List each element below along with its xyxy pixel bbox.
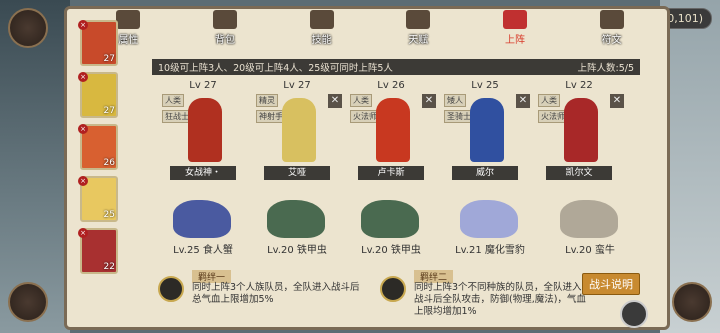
hero-tag: 矮人	[444, 94, 466, 107]
hero-tag: 人类	[350, 94, 372, 107]
pet-slot[interactable]: Lv.25 食人蟹	[153, 190, 253, 256]
sidebar-hero[interactable]: × 27	[78, 72, 118, 118]
tab-4[interactable]: 上阵	[475, 6, 555, 46]
hero-card-level: Lv 27	[283, 80, 311, 91]
hero-figure	[282, 98, 316, 162]
hero-card[interactable]: Lv 26 人类 火法师 ✕ 卢卡斯	[346, 80, 436, 180]
pet-label: Lv.20 蛮牛	[565, 245, 615, 256]
remove-icon[interactable]: ×	[78, 228, 88, 238]
close-icon[interactable]: ✕	[422, 94, 436, 108]
talent-eye-icon	[406, 10, 431, 29]
tab-5[interactable]: 符文	[572, 6, 652, 46]
sidebar-hero[interactable]: × 22	[78, 228, 118, 274]
back-button[interactable]	[620, 300, 648, 328]
bond-one-icon	[158, 276, 184, 302]
hero-level: 25	[103, 210, 115, 220]
skill-book-icon	[309, 10, 334, 29]
hero-tag: 精灵	[256, 94, 278, 107]
remove-icon[interactable]: ×	[78, 124, 88, 134]
pet-figure	[361, 200, 419, 238]
hero-tag: 人类	[162, 94, 184, 107]
hero-card-level: Lv 26	[377, 80, 405, 91]
bond-one-desc: 同时上阵3个人族队员，全队进入战斗后 总气血上限增加5%	[192, 282, 360, 305]
pet-label: Lv.21 魔化雪豹	[455, 245, 525, 256]
backpack-icon	[212, 10, 237, 29]
hero-card-level: Lv 25	[471, 80, 499, 91]
pet-label: Lv.25 食人蟹	[173, 245, 233, 256]
hero-level: 26	[103, 158, 115, 168]
tab-label: 背包	[214, 35, 235, 46]
hero-figure	[376, 98, 410, 162]
sidebar-hero[interactable]: × 26	[78, 124, 118, 170]
bond-two-icon	[380, 276, 406, 302]
pet-slot[interactable]: Lv.20 铁甲虫	[247, 190, 347, 256]
pet-figure	[460, 200, 518, 238]
bond-two-desc: 同时上阵3个不同种族的队员，全队进入 战斗后全队攻击，防御(物理,魔法)，气血 …	[414, 282, 586, 317]
tab-label: 天赋	[408, 35, 429, 46]
pet-label: Lv.20 铁甲虫	[361, 245, 421, 256]
tab-1[interactable]: 背包	[185, 6, 265, 46]
sidebar-hero[interactable]: × 27	[78, 20, 118, 66]
hero-level: 22	[103, 262, 115, 272]
pet-slot[interactable]: Lv.20 蛮牛	[540, 190, 640, 256]
corner-right-button[interactable]	[672, 282, 712, 322]
portrait-button[interactable]	[8, 8, 48, 48]
rune-icon	[599, 10, 624, 29]
tab-label: 上阵	[504, 35, 525, 46]
crossed-swords-icon	[502, 10, 527, 29]
hero-figure	[470, 98, 504, 162]
hero-tag: 人类	[538, 94, 560, 107]
tab-label: 符文	[601, 35, 622, 46]
pet-slot[interactable]: Lv.20 铁甲虫	[341, 190, 441, 256]
remove-icon[interactable]: ×	[78, 20, 88, 30]
sidebar-hero[interactable]: × 25	[78, 176, 118, 222]
hero-name: 威尔	[452, 166, 518, 180]
hero-card[interactable]: Lv 25 矮人 圣骑士 ✕ 威尔	[440, 80, 530, 180]
hero-card-level: Lv 22	[565, 80, 593, 91]
hero-card[interactable]: Lv 27 精灵 神射手 ✕ 艾哑	[252, 80, 342, 180]
tab-2[interactable]: 技能	[282, 6, 362, 46]
tab-bar: 属性 背包 技能 天赋 上阵 符文	[80, 6, 660, 46]
remove-icon[interactable]: ×	[78, 176, 88, 186]
hero-figure	[188, 98, 222, 162]
close-icon[interactable]: ✕	[610, 94, 624, 108]
bond-one: 羁绊一 同时上阵3个人族队员，全队进入战斗后 总气血上限增加5%	[158, 270, 368, 320]
hero-level: 27	[103, 106, 115, 116]
pet-figure	[560, 200, 618, 238]
battle-info-button[interactable]: 战斗说明	[582, 273, 640, 295]
pet-label: Lv.20 铁甲虫	[267, 245, 327, 256]
pet-slot[interactable]: Lv.21 魔化雪豹	[440, 190, 540, 256]
pet-figure	[267, 200, 325, 238]
hero-sidebar: × 27 × 27 × 26 × 25 × 22	[74, 20, 124, 280]
corner-left-button[interactable]	[8, 282, 48, 322]
info-bar: 10级可上阵3人、20级可上阵4人、25级可同时上阵5人 上阵人数:5/5	[152, 59, 640, 75]
remove-icon[interactable]: ×	[78, 72, 88, 82]
hero-name: 卢卡斯	[358, 166, 424, 180]
close-icon[interactable]: ✕	[328, 94, 342, 108]
hero-name: 艾哑	[264, 166, 330, 180]
close-icon[interactable]: ✕	[516, 94, 530, 108]
tab-label: 技能	[311, 35, 332, 46]
hero-name: 凯尔文	[546, 166, 612, 180]
hero-card-level: Lv 27	[189, 80, 217, 91]
hero-level: 27	[103, 54, 115, 64]
hero-figure	[564, 98, 598, 162]
hero-card[interactable]: Lv 27 人类 狂战士 女战神・	[158, 80, 248, 180]
pet-figure	[173, 200, 231, 238]
tab-3[interactable]: 天赋	[378, 6, 458, 46]
team-count-text: 上阵人数:5/5	[577, 63, 635, 74]
hero-name: 女战神・	[170, 166, 236, 180]
hero-card[interactable]: Lv 22 人类 火法师 ✕ 凯尔文	[534, 80, 624, 180]
team-rule-text: 10级可上阵3人、20级可上阵4人、25级可同时上阵5人	[158, 63, 393, 74]
